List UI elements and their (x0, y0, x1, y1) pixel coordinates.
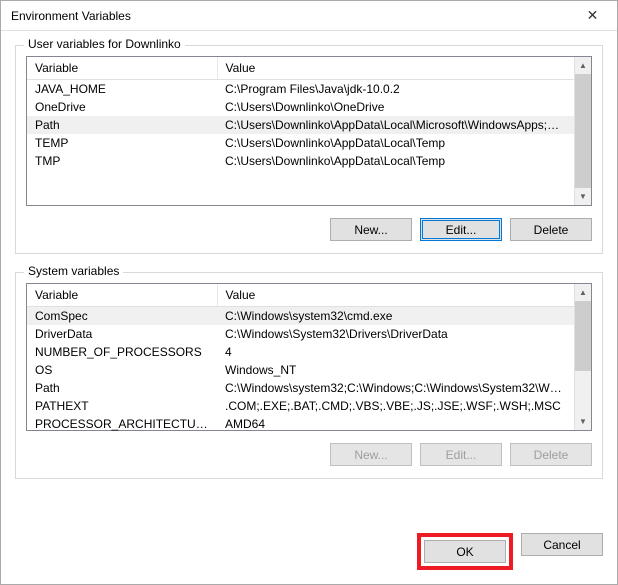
table-row[interactable]: PATHEXT .COM;.EXE;.BAT;.CMD;.VBS;.VBE;.J… (27, 397, 574, 415)
user-variables-group: User variables for Downlinko Variable Va… (15, 45, 603, 254)
scroll-track-space[interactable] (575, 371, 591, 413)
user-new-button[interactable]: New... (330, 218, 412, 241)
scroll-up-icon[interactable]: ▲ (575, 57, 591, 74)
user-variables-table[interactable]: Variable Value JAVA_HOME C:\Program File… (27, 57, 574, 170)
user-variables-table-wrap: Variable Value JAVA_HOME C:\Program File… (26, 56, 592, 206)
scrollbar[interactable]: ▲ ▼ (574, 57, 591, 205)
table-row[interactable]: DriverData C:\Windows\System32\Drivers\D… (27, 325, 574, 343)
system-button-row: New... Edit... Delete (26, 443, 592, 466)
highlight-annotation: OK (417, 533, 513, 570)
cancel-button[interactable]: Cancel (521, 533, 603, 556)
col-header-value[interactable]: Value (217, 57, 574, 80)
scroll-down-icon[interactable]: ▼ (575, 188, 591, 205)
system-edit-button: Edit... (420, 443, 502, 466)
user-delete-button[interactable]: Delete (510, 218, 592, 241)
system-variables-table-wrap: Variable Value ComSpec C:\Windows\system… (26, 283, 592, 431)
user-edit-button[interactable]: Edit... (420, 218, 502, 241)
table-row[interactable]: NUMBER_OF_PROCESSORS 4 (27, 343, 574, 361)
dialog-button-row: OK Cancel (1, 533, 617, 584)
scroll-down-icon[interactable]: ▼ (575, 413, 591, 430)
table-row-selected[interactable]: ComSpec C:\Windows\system32\cmd.exe (27, 307, 574, 326)
scroll-up-icon[interactable]: ▲ (575, 284, 591, 301)
close-button[interactable]: ✕ (570, 1, 615, 30)
system-delete-button: Delete (510, 443, 592, 466)
table-row[interactable]: OS Windows_NT (27, 361, 574, 379)
table-row[interactable]: PROCESSOR_ARCHITECTURE AMD64 (27, 415, 574, 433)
window-title: Environment Variables (11, 9, 570, 23)
titlebar: Environment Variables ✕ (1, 1, 617, 31)
scroll-thumb[interactable] (575, 74, 591, 188)
scroll-thumb[interactable] (575, 301, 591, 371)
close-icon: ✕ (587, 7, 599, 24)
table-row-selected[interactable]: Path C:\Users\Downlinko\AppData\Local\Mi… (27, 116, 574, 134)
col-header-value[interactable]: Value (217, 284, 574, 307)
system-group-legend: System variables (24, 264, 123, 278)
table-row[interactable]: OneDrive C:\Users\Downlinko\OneDrive (27, 98, 574, 116)
scrollbar[interactable]: ▲ ▼ (574, 284, 591, 430)
col-header-variable[interactable]: Variable (27, 284, 217, 307)
user-group-legend: User variables for Downlinko (24, 37, 185, 51)
table-row[interactable]: Path C:\Windows\system32;C:\Windows;C:\W… (27, 379, 574, 397)
col-header-variable[interactable]: Variable (27, 57, 217, 80)
system-new-button: New... (330, 443, 412, 466)
system-variables-table[interactable]: Variable Value ComSpec C:\Windows\system… (27, 284, 574, 433)
system-variables-group: System variables Variable Value ComSpec (15, 272, 603, 479)
env-vars-dialog: Environment Variables ✕ User variables f… (0, 0, 618, 585)
table-row[interactable]: TMP C:\Users\Downlinko\AppData\Local\Tem… (27, 152, 574, 170)
ok-button[interactable]: OK (424, 540, 506, 563)
table-row[interactable]: JAVA_HOME C:\Program Files\Java\jdk-10.0… (27, 80, 574, 99)
table-row[interactable]: TEMP C:\Users\Downlinko\AppData\Local\Te… (27, 134, 574, 152)
user-button-row: New... Edit... Delete (26, 218, 592, 241)
dialog-content: User variables for Downlinko Variable Va… (1, 31, 617, 533)
